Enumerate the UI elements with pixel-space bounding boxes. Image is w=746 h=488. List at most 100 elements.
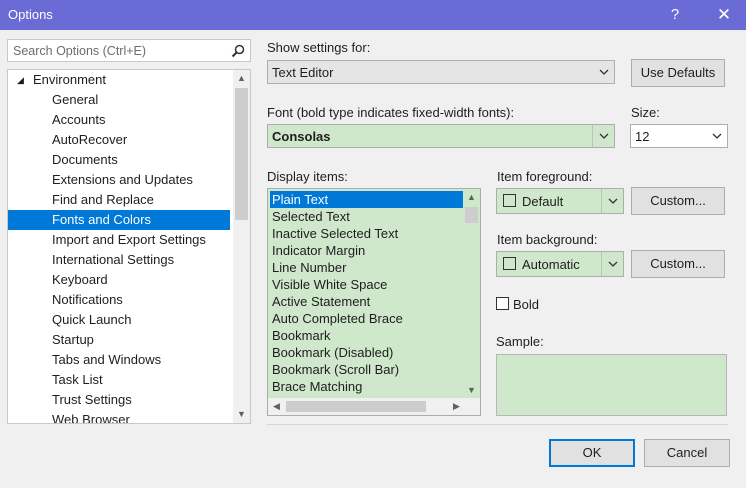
close-button[interactable]: ✕ (702, 0, 746, 30)
search-options-input[interactable]: Search Options (Ctrl+E) (7, 39, 251, 62)
tree-item-label: AutoRecover (52, 132, 128, 147)
tree-item-environment[interactable]: ◢ Environment (8, 70, 230, 90)
tree-item-label: Web Browser (52, 412, 130, 424)
size-dropdown[interactable]: 12 (630, 124, 728, 148)
sample-preview (496, 354, 727, 416)
tree-item-accounts[interactable]: Accounts (8, 110, 230, 130)
list-item-active-statement[interactable]: Active Statement (270, 293, 466, 310)
tree-item-find-and-replace[interactable]: Find and Replace (8, 190, 230, 210)
scroll-thumb[interactable] (235, 88, 248, 220)
scroll-down-icon[interactable]: ▼ (463, 382, 480, 399)
item-background-dropdown[interactable]: Automatic (496, 251, 624, 277)
tree-item-label: Keyboard (52, 272, 108, 287)
bold-label[interactable]: Bold (513, 297, 539, 312)
tree-item-label: Notifications (52, 292, 123, 307)
tree-item-keyboard[interactable]: Keyboard (8, 270, 230, 290)
tree-item-label: Documents (52, 152, 118, 167)
tree-scrollbar[interactable]: ▲ ▼ (233, 70, 250, 423)
tree-item-fonts-and-colors[interactable]: Fonts and Colors (8, 210, 230, 230)
options-dialog: Options ? ✕ Search Options (Ctrl+E) ◢ En… (0, 0, 746, 488)
chevron-down-icon (608, 261, 618, 267)
tree-item-startup[interactable]: Startup (8, 330, 230, 350)
tree-item-label: Startup (52, 332, 94, 347)
ok-button[interactable]: OK (549, 439, 635, 467)
item-foreground-label: Item foreground: (497, 169, 593, 184)
list-item-line-number[interactable]: Line Number (270, 259, 466, 276)
chevron-down-icon (599, 133, 609, 139)
scroll-left-icon[interactable]: ◀ (268, 398, 285, 415)
item-background-label: Item background: (497, 232, 598, 247)
chevron-down-icon (712, 133, 722, 139)
scroll-up-icon[interactable]: ▲ (463, 189, 480, 206)
tree-item-task-list[interactable]: Task List (8, 370, 230, 390)
size-value: 12 (635, 129, 650, 144)
list-item-brace-matching[interactable]: Brace Matching (270, 378, 466, 395)
tree-item-tabs-and-windows[interactable]: Tabs and Windows (8, 350, 230, 370)
tree-item-label: International Settings (52, 252, 175, 267)
chevron-down-icon (599, 69, 609, 75)
scroll-thumb[interactable] (286, 401, 426, 412)
tree-item-web-browser[interactable]: Web Browser (8, 410, 230, 424)
scroll-up-icon[interactable]: ▲ (233, 70, 250, 87)
tree-item-label: General (52, 92, 99, 107)
list-item-auto-completed-brace[interactable]: Auto Completed Brace (270, 310, 466, 327)
list-item-bookmark[interactable]: Bookmark (270, 327, 466, 344)
tree-item-label: Accounts (52, 112, 106, 127)
window-title: Options (8, 7, 53, 22)
search-placeholder: Search Options (Ctrl+E) (13, 44, 147, 58)
options-tree[interactable]: ◢ Environment General Accounts AutoRecov… (7, 69, 251, 424)
font-label: Font (bold type indicates fixed-width fo… (267, 105, 515, 120)
background-custom-button[interactable]: Custom... (631, 250, 725, 278)
item-foreground-value: Default (522, 194, 564, 209)
search-icon[interactable] (230, 43, 246, 59)
font-dropdown[interactable]: Consolas (267, 124, 615, 148)
use-defaults-button[interactable]: Use Defaults (631, 59, 725, 87)
color-swatch (503, 257, 516, 270)
list-horizontal-scrollbar[interactable]: ◀ ▶ (268, 398, 480, 415)
list-vertical-scrollbar[interactable]: ▲ ▼ (463, 189, 480, 399)
item-foreground-dropdown[interactable]: Default (496, 188, 624, 214)
tree-item-trust-settings[interactable]: Trust Settings (8, 390, 230, 410)
tree-item-documents[interactable]: Documents (8, 150, 230, 170)
help-button[interactable]: ? (653, 0, 697, 30)
foreground-custom-button[interactable]: Custom... (631, 187, 725, 215)
tree-item-label: Task List (52, 372, 103, 387)
tree-item-label: Fonts and Colors (52, 212, 151, 227)
tree-item-label: Quick Launch (52, 312, 132, 327)
tree-item-general[interactable]: General (8, 90, 230, 110)
size-label: Size: (631, 105, 660, 120)
sample-label: Sample: (496, 334, 544, 349)
bold-checkbox[interactable] (496, 297, 509, 310)
list-item-plain-text[interactable]: Plain Text (270, 191, 466, 208)
tree-item-label: Extensions and Updates (52, 172, 193, 187)
show-settings-dropdown[interactable]: Text Editor (267, 60, 615, 84)
font-value: Consolas (272, 129, 331, 144)
tree-item-import-and-export-settings[interactable]: Import and Export Settings (8, 230, 230, 250)
list-item-indicator-margin[interactable]: Indicator Margin (270, 242, 466, 259)
tree-item-notifications[interactable]: Notifications (8, 290, 230, 310)
chevron-down-icon (608, 198, 618, 204)
tree-item-international-settings[interactable]: International Settings (8, 250, 230, 270)
tree-item-label: Import and Export Settings (52, 232, 206, 247)
display-items-list[interactable]: Plain Text Selected Text Inactive Select… (267, 188, 481, 416)
list-item-visible-white-space[interactable]: Visible White Space (270, 276, 466, 293)
tree-item-extensions-and-updates[interactable]: Extensions and Updates (8, 170, 230, 190)
cancel-button[interactable]: Cancel (644, 439, 730, 467)
title-bar[interactable]: Options ? ✕ (0, 0, 746, 30)
scrollbar-corner (463, 398, 480, 415)
dropdown-divider (592, 125, 593, 147)
collapse-icon[interactable]: ◢ (17, 70, 24, 90)
list-item-bookmark-disabled[interactable]: Bookmark (Disabled) (270, 344, 466, 361)
scroll-down-icon[interactable]: ▼ (233, 406, 250, 423)
footer-divider (267, 424, 728, 425)
item-background-value: Automatic (522, 257, 580, 272)
list-item-inactive-selected-text[interactable]: Inactive Selected Text (270, 225, 466, 242)
tree-item-label: Environment (33, 72, 106, 87)
scroll-thumb[interactable] (465, 207, 478, 223)
list-item-bookmark-scroll-bar[interactable]: Bookmark (Scroll Bar) (270, 361, 466, 378)
list-item-selected-text[interactable]: Selected Text (270, 208, 466, 225)
dropdown-divider (601, 189, 602, 213)
tree-item-quick-launch[interactable]: Quick Launch (8, 310, 230, 330)
tree-item-autorecover[interactable]: AutoRecover (8, 130, 230, 150)
tree-item-label: Trust Settings (52, 392, 132, 407)
